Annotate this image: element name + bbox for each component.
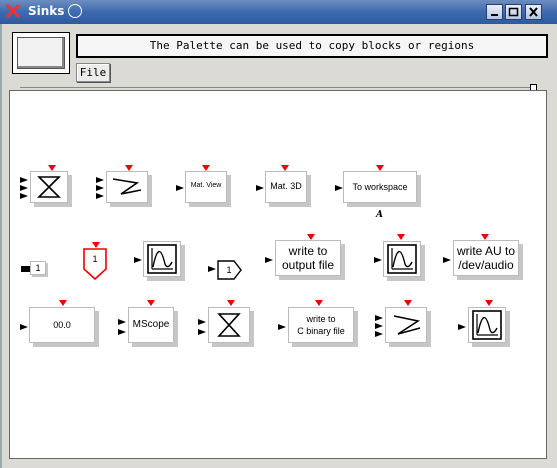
block-body bbox=[106, 171, 148, 203]
minimize-button[interactable] bbox=[486, 4, 503, 20]
input-port bbox=[335, 185, 343, 191]
block-label-line1: write to bbox=[288, 244, 328, 258]
block-label: 1 bbox=[92, 254, 98, 264]
block-body: Mat. View bbox=[185, 171, 227, 203]
input-port bbox=[96, 185, 104, 191]
block-body bbox=[143, 241, 181, 277]
event-input-port bbox=[227, 300, 235, 306]
palette-canvas[interactable]: Mat. View Mat. 3D To workspace A 1 1 1 w… bbox=[9, 90, 547, 459]
block-body bbox=[468, 307, 506, 343]
block-body bbox=[383, 241, 421, 277]
block-label: 1 bbox=[226, 265, 232, 275]
input-port bbox=[96, 193, 104, 199]
message-bar: The Palette can be used to copy blocks o… bbox=[76, 34, 548, 58]
input-port bbox=[20, 177, 28, 183]
figure-eight-icon bbox=[37, 176, 61, 198]
palette-preview-icon bbox=[17, 37, 65, 69]
divider bbox=[20, 87, 530, 88]
input-port bbox=[198, 319, 206, 325]
input-port bbox=[265, 257, 273, 263]
xy-curve-icon bbox=[393, 315, 421, 335]
block-label-line2: C binary file bbox=[297, 326, 345, 336]
event-input-port bbox=[404, 300, 412, 306]
input-port bbox=[375, 315, 383, 321]
block-label: Mat. View bbox=[190, 182, 222, 189]
block-body: MScope bbox=[128, 307, 174, 343]
block-label: Mat. 3D bbox=[270, 181, 302, 191]
block-label: To workspace bbox=[352, 182, 408, 192]
block-label: MScope bbox=[132, 319, 170, 330]
variable-name-label: A bbox=[376, 210, 383, 220]
block-label-line2: output file bbox=[281, 258, 335, 272]
block-body bbox=[385, 307, 427, 343]
title-bar: Sinks bbox=[0, 0, 557, 24]
input-port bbox=[375, 323, 383, 329]
palette-icon-box bbox=[12, 32, 70, 74]
scope-icon bbox=[387, 244, 417, 274]
event-input-port bbox=[147, 300, 155, 306]
block-body: 1 bbox=[30, 261, 46, 275]
window-title: Sinks bbox=[28, 4, 65, 18]
figure-eight-icon bbox=[217, 313, 241, 337]
block-body bbox=[30, 171, 68, 203]
input-port bbox=[134, 257, 142, 263]
block-body bbox=[208, 307, 250, 343]
block-label-line2: /dev/audio bbox=[458, 258, 514, 272]
block-body: write AU to /dev/audio bbox=[453, 240, 519, 276]
block-body: write to C binary file bbox=[288, 307, 354, 343]
input-port bbox=[198, 329, 206, 335]
input-port bbox=[118, 329, 126, 335]
block-body: write to output file bbox=[275, 240, 341, 276]
maximize-icon bbox=[508, 7, 519, 17]
scope-icon bbox=[147, 244, 177, 274]
block-label-line1: write to bbox=[306, 314, 336, 324]
close-button[interactable] bbox=[525, 4, 542, 20]
input-port bbox=[96, 177, 104, 183]
input-port bbox=[278, 324, 286, 330]
message-text: The Palette can be used to copy blocks o… bbox=[149, 39, 475, 52]
block-body: Mat. 3D bbox=[265, 171, 307, 203]
maximize-button[interactable] bbox=[505, 4, 522, 20]
input-port bbox=[375, 331, 383, 337]
event-input-port bbox=[485, 300, 493, 306]
input-port bbox=[20, 185, 28, 191]
scope-icon bbox=[472, 310, 502, 340]
input-port bbox=[443, 257, 451, 263]
block-body: To workspace bbox=[343, 171, 417, 203]
input-port bbox=[458, 324, 466, 330]
display-value: 00.0 bbox=[53, 320, 71, 330]
input-port bbox=[176, 185, 184, 191]
event-input-port bbox=[397, 234, 405, 240]
input-port bbox=[256, 185, 264, 191]
input-port bbox=[118, 319, 126, 325]
event-input-port bbox=[59, 300, 67, 306]
swirl-icon bbox=[68, 4, 82, 18]
minimize-icon bbox=[491, 14, 498, 16]
event-input-port bbox=[315, 300, 323, 306]
shield-icon bbox=[83, 248, 107, 281]
block-label-line1: write AU to bbox=[456, 244, 516, 258]
close-icon bbox=[529, 7, 538, 17]
file-menu-button[interactable]: File bbox=[76, 63, 110, 82]
input-port bbox=[208, 266, 216, 272]
block-label: 1 bbox=[35, 263, 41, 273]
block-body: 00.0 bbox=[29, 307, 95, 343]
input-port bbox=[20, 324, 28, 330]
xy-curve-icon bbox=[112, 178, 142, 195]
input-port bbox=[374, 257, 382, 263]
input-port bbox=[20, 193, 28, 199]
app-close-x-icon[interactable] bbox=[4, 2, 22, 20]
